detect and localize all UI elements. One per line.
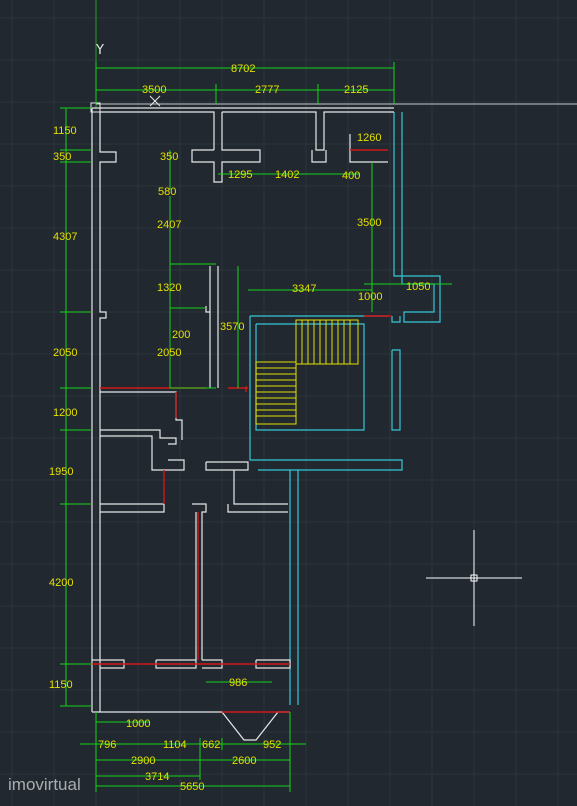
- dim-top-seg-3: 2125: [344, 84, 368, 96]
- dim-inner-986: 986: [229, 677, 247, 689]
- stair-flight-upper: [295, 319, 359, 365]
- background-grid: [0, 0, 577, 806]
- dim-left-2050: 2050: [53, 347, 77, 359]
- dimension-labels: 8702 3500 2777 2125 1260 1150 350 4307 2…: [49, 63, 430, 793]
- dim-left-350: 350: [53, 151, 71, 163]
- dim-bottom-2600: 2600: [232, 755, 256, 767]
- cad-floor-plan-canvas[interactable]: Y 8702 3500 2777 2125 1260 1150 350 4307…: [0, 0, 577, 806]
- dim-bottom-3714: 3714: [145, 771, 169, 783]
- dim-bottom-796: 796: [98, 739, 116, 751]
- dim-inner-400: 400: [342, 170, 360, 182]
- door-openings: [92, 149, 392, 713]
- dim-inner-1402: 1402: [275, 169, 299, 181]
- dim-bottom-5650: 5650: [180, 781, 204, 793]
- stair-core-outline: [249, 112, 441, 705]
- dim-top-overall: 8702: [231, 63, 255, 75]
- dim-left-1150-bottom: 1150: [49, 679, 73, 691]
- stair-flight-lower: [255, 361, 297, 425]
- dim-right-1260: 1260: [357, 132, 381, 144]
- dim-inner-1295: 1295: [228, 169, 252, 181]
- dim-left-4200: 4200: [49, 577, 73, 589]
- dim-bottom-2900: 2900: [131, 755, 155, 767]
- dim-bottom-662: 662: [202, 739, 220, 751]
- dim-inner-3500: 3500: [357, 217, 381, 229]
- dim-bottom-952: 952: [263, 739, 281, 751]
- dim-inner-2050: 2050: [157, 347, 181, 359]
- dim-inner-200: 200: [172, 329, 190, 341]
- dim-inner-1320: 1320: [157, 282, 181, 294]
- dim-inner-3570: 3570: [220, 321, 244, 333]
- dim-bottom-1104: 1104: [163, 739, 187, 751]
- crosshair-cursor-icon: [426, 530, 522, 626]
- dim-inner-2407: 2407: [157, 219, 181, 231]
- dim-inner-1000: 1000: [358, 291, 382, 303]
- dim-inner-580: 580: [158, 186, 176, 198]
- dim-left-1150: 1150: [53, 125, 77, 137]
- dim-bottom-1000: 1000: [126, 718, 150, 730]
- dim-left-4307: 4307: [53, 231, 77, 243]
- dim-top-seg-2: 2777: [255, 84, 279, 96]
- dim-top-seg-1: 3500: [142, 84, 166, 96]
- dim-inner-3347: 3347: [292, 283, 316, 295]
- ucs-y-label: Y: [95, 43, 104, 58]
- watermark: imovirtual: [8, 775, 81, 794]
- building-walls: [91, 107, 394, 741]
- dim-inner-350: 350: [160, 151, 178, 163]
- dim-inner-1050: 1050: [406, 281, 430, 293]
- dim-left-1950: 1950: [49, 466, 73, 478]
- dim-left-1200: 1200: [53, 407, 77, 419]
